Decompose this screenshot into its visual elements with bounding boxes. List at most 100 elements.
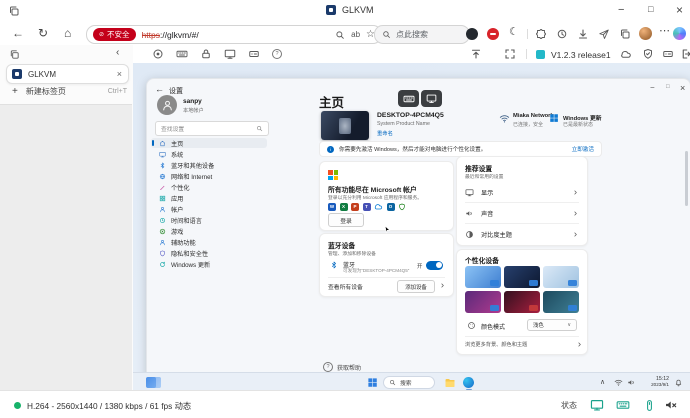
rename-link[interactable]: 重命名 [377,129,393,137]
tray-chevron-icon[interactable]: ∧ [600,378,605,386]
tab-actions-icon[interactable] [9,49,20,60]
remote-maximize-icon[interactable]: □ [666,84,670,90]
theme-thumbnail[interactable] [465,291,501,313]
mouse-lock-icon[interactable] [200,48,212,60]
sidebar-item-network[interactable]: 网络和 Internet [151,171,267,181]
translate-icon[interactable]: ab [351,30,360,39]
settings-search-input[interactable]: 查找设置 [155,121,269,136]
theme-thumbnail[interactable] [543,266,579,288]
bluetooth-toggle[interactable] [426,260,443,270]
remote-desktop-canvas[interactable]: ← 设置 − □ × sanpy 本地帐户 查找设置 主页 系统 蓝牙和其他设备… [133,63,690,392]
theme-thumbnail[interactable] [504,291,540,313]
activate-now-link[interactable]: 立即激活 [572,145,594,153]
widgets-button[interactable] [146,377,161,388]
refresh-button[interactable]: ↻ [38,27,48,39]
extensions-icon[interactable] [535,28,547,40]
user-avatar[interactable] [157,95,177,115]
status-keyboard-icon[interactable] [616,398,630,412]
file-explorer-icon[interactable] [444,377,456,389]
sidebar-item-accounts[interactable]: 帐户 [151,204,267,214]
help-icon[interactable]: ? [272,49,282,59]
status-mouse-icon[interactable] [643,399,656,412]
kvm-overlay-video-button[interactable] [421,90,442,107]
maximize-button[interactable]: □ [648,5,653,14]
sidebar-item-time-language[interactable]: 时间和语言 [151,215,267,225]
sidebar-item-privacy[interactable]: 隐私和安全性 [151,248,267,258]
theme-thumbnail[interactable] [543,291,579,313]
get-help-link[interactable]: ? 获取帮助 [323,362,361,372]
sidebar-item-personalization[interactable]: 个性化 [151,182,267,192]
rec-row-contrast[interactable]: 对比度主题 [457,224,587,244]
minimize-button[interactable]: − [618,5,624,16]
history-icon[interactable] [556,28,568,40]
downloads-icon[interactable] [577,28,589,40]
rec-row-sound[interactable]: 声音 [457,203,587,223]
sidebar-item-bluetooth[interactable]: 蓝牙和其他设备 [151,160,267,170]
browser-tab[interactable]: GLKVM [326,5,374,15]
search-url-icon[interactable] [335,30,345,40]
remote-minimize-icon[interactable]: − [650,83,655,92]
security-badge[interactable]: ⊘ 不安全 [93,28,136,41]
theme-thumbnail[interactable] [504,266,540,288]
rec-row-display[interactable]: 显示 [457,182,587,202]
darkreader-extension-icon[interactable]: ☾ [509,27,519,38]
sidebar-tab-glkvm[interactable]: GLKVM × [6,64,129,84]
settings-scrollbar[interactable] [685,151,688,206]
taskbar-search[interactable]: 搜索 [383,375,435,389]
sidebar-item-windows-update[interactable]: Windows 更新 [151,259,267,269]
status-monitor-icon[interactable] [590,398,604,412]
profile-avatar[interactable] [639,27,652,40]
tab-manager-icon[interactable] [8,5,20,17]
address-bar[interactable]: ⊘ 不安全 https://glkvm/#/ ab ☆ [86,25,382,44]
url-text[interactable]: https://glkvm/#/ [142,30,330,40]
kvm-overlay-keyboard-button[interactable] [398,90,419,107]
add-device-button[interactable]: 添加设备 [397,280,435,293]
virtual-media-icon[interactable] [248,48,260,60]
sidebar-item-apps[interactable]: 应用 [151,193,267,203]
screen-icon[interactable] [224,48,236,60]
remote-close-icon[interactable]: × [680,83,685,93]
view-all-devices-link[interactable]: 查看所有设备 [328,282,363,291]
update-cloud-icon[interactable] [620,48,632,60]
split-screen-icon[interactable] [619,28,631,40]
sidebar-item-gaming[interactable]: 游戏 [151,226,267,236]
home-button[interactable]: ⌂ [64,27,71,39]
virtual-keyboard-icon[interactable] [176,48,188,60]
device-panel-icon[interactable] [662,48,674,60]
close-button[interactable]: × [676,4,683,16]
back-button[interactable]: ← [12,27,24,39]
tray-wifi-icon[interactable] [614,378,623,387]
sidebar-item-home[interactable]: 主页 [151,138,267,148]
chevron-right-icon[interactable] [576,341,583,348]
status-mute-icon[interactable] [664,398,678,412]
sidebar-item-accessibility[interactable]: 辅助功能 [151,237,267,247]
quick-search-box[interactable]: 点此搜索 [374,25,470,44]
start-button[interactable] [367,377,378,388]
github-extension-icon[interactable] [466,28,478,40]
browse-themes-link[interactable]: 浏览更多背景、颜色和主题 [465,341,569,348]
search-icon [389,379,396,386]
settings-back-icon[interactable]: ← [155,84,164,94]
new-tab-button[interactable]: + 新建标签页 Ctrl+T [12,86,127,97]
adblock-extension-icon[interactable] [490,33,496,35]
security-shield-icon[interactable] [642,48,654,60]
logout-icon[interactable] [680,48,690,60]
color-mode-select[interactable]: 浅色 ∨ [527,319,577,331]
chevron-right-icon[interactable] [439,282,446,289]
theme-thumbnail[interactable] [465,266,501,288]
display-settings-icon[interactable] [152,48,164,60]
sign-in-button[interactable]: 登录 [328,213,364,227]
tray-volume-icon[interactable] [627,378,636,387]
fullscreen-icon[interactable] [504,48,516,60]
collapse-sidebar-icon[interactable]: ‹ [116,48,119,58]
sidebar-item-system[interactable]: 系统 [151,149,267,159]
tray-clock[interactable]: 15:12 2023/9/1 [641,376,669,388]
more-menu-icon[interactable]: ⋯ [659,26,670,37]
edge-icon[interactable] [463,377,474,388]
network-name[interactable]: Miaka Network [513,113,554,119]
copilot-icon[interactable] [673,27,686,40]
pin-top-icon[interactable] [470,48,482,60]
share-icon[interactable] [598,28,610,40]
notification-bell-icon[interactable] [674,378,683,387]
close-tab-icon[interactable]: × [117,69,122,79]
